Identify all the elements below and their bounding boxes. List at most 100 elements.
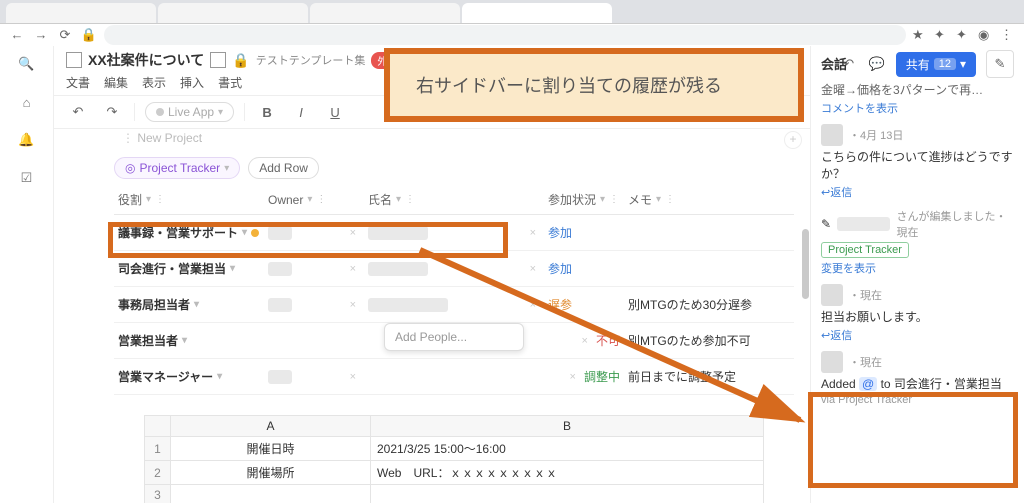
details-table[interactable]: A B 1開催日時2021/3/25 15:00～16:00 2開催場所Web … [144, 415, 764, 503]
reply-link[interactable]: 返信 [830, 187, 852, 199]
add-row-button[interactable]: Add Row [248, 157, 319, 179]
menu-view[interactable]: 表示 [142, 74, 166, 91]
activity-meta: ・現在 [849, 354, 882, 370]
role-cell: 営業担当者 [118, 332, 178, 349]
clear-icon[interactable]: × [350, 227, 356, 239]
col-a-header[interactable]: A [171, 416, 371, 437]
mention-chip[interactable]: @ [859, 377, 877, 391]
sort-icon[interactable]: ▾ [396, 194, 401, 205]
search-icon[interactable]: 🔍 [17, 54, 37, 74]
live-app-pill[interactable]: Live App ▾ [145, 102, 234, 122]
clear-icon[interactable]: × [350, 371, 356, 383]
chevron-down-icon: ▾ [224, 163, 229, 174]
comment-icon[interactable]: 💬 [868, 55, 886, 73]
browser-tabs [0, 0, 1024, 23]
show-changes-link[interactable]: 変更を表示 [821, 260, 1014, 276]
extensions-menu-icon[interactable]: ✦ [956, 27, 972, 43]
status-dot-icon [251, 229, 259, 237]
redo-button[interactable]: ↷ [100, 100, 124, 124]
sort-icon[interactable]: ▾ [656, 194, 661, 205]
doc-icon [210, 52, 226, 68]
browser-tab[interactable] [158, 3, 308, 23]
comment-item[interactable]: 金曜→価格を3パターンで再… コメントを表示 [821, 81, 1014, 116]
undo-button[interactable]: ↶ [66, 100, 90, 124]
underline-button[interactable]: U [323, 100, 347, 124]
status-cell[interactable]: 不可 [596, 332, 620, 349]
sort-icon[interactable]: ▾ [146, 194, 151, 205]
menu-insert[interactable]: 挿入 [180, 74, 204, 91]
col-name: 氏名▾⋮ [364, 185, 544, 214]
browser-tab[interactable] [6, 3, 156, 23]
table-row[interactable]: 事務局担当者▾ × × 遅参 別MTGのため30分遅参 [114, 287, 794, 323]
status-cell[interactable]: 参加 [548, 224, 572, 241]
clear-icon[interactable]: × [530, 299, 536, 311]
share-button[interactable]: 共有 12 ▾ [896, 52, 976, 77]
sort-icon[interactable]: ▾ [600, 194, 605, 205]
checkbox-icon[interactable]: ☑ [17, 168, 37, 188]
comment-item[interactable]: ・4月 13日 こちらの件について進捗はどうですか？ ↩返信 [821, 124, 1014, 200]
home-icon[interactable]: ⌂ [17, 92, 37, 112]
clear-icon[interactable]: × [530, 227, 536, 239]
clear-icon[interactable]: × [530, 263, 536, 275]
status-cell[interactable]: 遅参 [548, 296, 572, 313]
show-comments-link[interactable]: コメントを表示 [821, 100, 1014, 116]
history-icon[interactable]: ↶ [840, 55, 858, 73]
italic-button[interactable]: I [289, 100, 313, 124]
table-row[interactable]: 司会進行・営業担当▾ × × 参加 [114, 251, 794, 287]
new-project-placeholder[interactable]: ⋮ New Project + [114, 129, 810, 147]
browser-tab-active[interactable] [462, 3, 612, 23]
back-icon[interactable]: ← [8, 26, 26, 44]
project-tracker-label: Project Tracker [139, 161, 220, 175]
kebab-menu-icon[interactable]: ⋮ [1000, 27, 1016, 43]
right-sidebar: 会話 金曜→価格を3パターンで再… コメントを表示 ・4月 13日 こちらの件に… [810, 46, 1024, 503]
table-row[interactable]: 議事録・営業サポート▾ × × 参加 [114, 215, 794, 251]
table-row[interactable]: 営業担当者▾ ×不可 別MTGのため参加不可 Add People... [114, 323, 794, 359]
tracker-icon: ◎ [125, 161, 135, 175]
name-blur [368, 226, 428, 240]
memo-cell[interactable]: 別MTGのため30分遅参 [628, 296, 752, 313]
memo-cell[interactable]: 前日までに調整予定 [628, 368, 736, 385]
reply-arrow-icon: ↩ [821, 187, 830, 199]
doc-title[interactable]: XX社案件について [88, 50, 204, 70]
assignment-text: Added @ to 司会進行・営業担当 [821, 375, 1014, 392]
activity-item[interactable]: ✎さんが編集しました・現在 Project Tracker 変更を表示 [821, 208, 1014, 276]
scrollbar[interactable] [802, 229, 809, 299]
status-cell[interactable]: 参加 [548, 260, 572, 277]
memo-cell[interactable]: 別MTGのため参加不可 [628, 332, 751, 349]
clear-icon[interactable]: × [350, 299, 356, 311]
sort-icon[interactable]: ▾ [307, 194, 312, 205]
clear-icon[interactable]: × [350, 263, 356, 275]
live-dot-icon [156, 108, 164, 116]
extension-icon[interactable]: ★ [912, 27, 928, 43]
plus-icon[interactable]: + [784, 131, 802, 149]
clear-icon[interactable]: × [582, 335, 588, 347]
menu-file[interactable]: 文書 [66, 74, 90, 91]
project-tracker-pill[interactable]: ◎ Project Tracker ▾ [114, 157, 240, 179]
role-cell: 営業マネージャー [118, 368, 213, 385]
bell-icon[interactable]: 🔔 [17, 130, 37, 150]
reload-icon[interactable]: ⟳ [56, 26, 74, 44]
menu-edit[interactable]: 編集 [104, 74, 128, 91]
menu-format[interactable]: 書式 [218, 74, 242, 91]
browser-tab[interactable] [310, 3, 460, 23]
status-cell[interactable]: 調整中 [584, 368, 620, 385]
extension-icon[interactable]: ✦ [934, 27, 950, 43]
bold-button[interactable]: B [255, 100, 279, 124]
role-cell: 議事録・営業サポート [118, 224, 238, 241]
tracker-header: 役割▾⋮ Owner▾⋮ 氏名▾⋮ 参加状況▾⋮ メモ▾⋮ [114, 185, 794, 215]
clear-icon[interactable]: × [570, 371, 576, 383]
comment-item[interactable]: ・現在 担当お願いします。 ↩返信 [821, 284, 1014, 343]
reply-link[interactable]: 返信 [830, 330, 852, 342]
activity-item-assignment[interactable]: ・現在 Added @ to 司会進行・営業担当 via Project Tra… [821, 351, 1014, 406]
add-people-popover[interactable]: Add People... [384, 323, 524, 351]
col-b-header[interactable]: B [371, 416, 764, 437]
compose-button[interactable]: ✎ [986, 50, 1014, 78]
forward-icon[interactable]: → [32, 26, 50, 44]
profile-icon[interactable]: ◉ [978, 27, 994, 43]
table-row[interactable]: 営業マネージャー▾ × ×調整中 前日までに調整予定 [114, 359, 794, 395]
activity-via: via Project Tracker [821, 394, 1014, 406]
chevron-down-icon: ▾ [218, 107, 223, 118]
template-link[interactable]: テストテンプレート集 [256, 52, 366, 68]
col-role: 役割▾⋮ [114, 185, 264, 214]
address-bar[interactable] [104, 25, 906, 45]
